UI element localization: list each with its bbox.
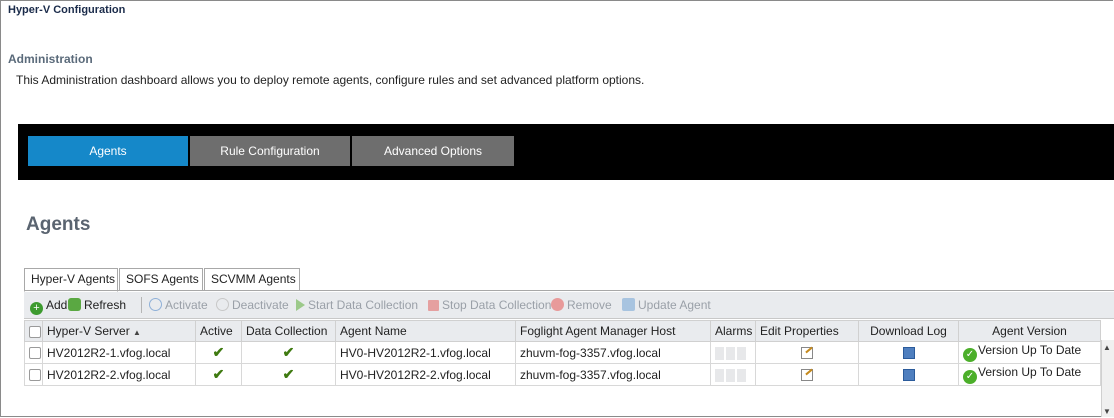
add-button[interactable]: + Add	[30, 297, 68, 315]
update-agent-button[interactable]: Update Agent	[622, 297, 711, 313]
save-icon[interactable]	[902, 347, 915, 360]
column-server-label: Hyper-V Server	[47, 324, 130, 338]
section-description: This Administration dashboard allows you…	[16, 73, 645, 87]
add-label: Add	[46, 298, 68, 312]
plus-icon: +	[30, 302, 43, 315]
cell-alarms	[710, 363, 756, 386]
cell-agent-name: HV0-HV2012R2-2.vfog.local	[335, 363, 516, 386]
activate-button[interactable]: Activate	[149, 297, 208, 313]
checkmark-icon: ✔	[212, 344, 225, 360]
alarm-indicator	[737, 368, 746, 382]
activate-label: Activate	[165, 298, 208, 312]
subtab-sofs-agents[interactable]: SOFS Agents	[119, 268, 203, 291]
check-circle-icon: ✓	[963, 370, 977, 384]
checkbox-icon	[29, 347, 41, 360]
tab-advanced-options[interactable]: Advanced Options	[352, 136, 514, 166]
remove-label: Remove	[567, 298, 612, 312]
scroll-up-icon[interactable]: ▲	[1103, 343, 1111, 352]
sort-ascending-icon: ▲	[133, 328, 141, 337]
refresh-button[interactable]: Refresh	[68, 297, 126, 313]
alarm-indicator	[715, 368, 724, 382]
cell-collection: ✔	[241, 363, 336, 386]
column-header-collection[interactable]: Data Collection	[241, 320, 336, 342]
column-header-alarms[interactable]: Alarms	[710, 320, 756, 342]
scroll-down-icon[interactable]: ▼	[1103, 407, 1111, 416]
play-icon	[296, 299, 305, 311]
power-icon	[149, 298, 162, 311]
start-collection-button[interactable]: Start Data Collection	[296, 297, 418, 313]
alarm-indicator	[715, 346, 724, 360]
column-header-log[interactable]: Download Log	[858, 320, 959, 342]
stop-collection-label: Stop Data Collection	[442, 298, 552, 312]
cell-host: zhuvm-fog-3357.vfog.local	[515, 341, 711, 364]
cell-server: HV2012R2-2.vfog.local	[42, 363, 196, 386]
column-header-server[interactable]: Hyper-V Server ▲	[42, 320, 196, 342]
column-header-agent-name[interactable]: Agent Name	[335, 320, 516, 342]
alarm-indicator	[726, 368, 735, 382]
start-collection-label: Start Data Collection	[308, 298, 419, 312]
power-off-icon	[216, 298, 229, 311]
row-checkbox[interactable]	[24, 341, 43, 364]
cell-agent-name: HV0-HV2012R2-1.vfog.local	[335, 341, 516, 364]
cell-collection: ✔	[241, 341, 336, 364]
cell-server: HV2012R2-1.vfog.local	[42, 341, 196, 364]
refresh-label: Refresh	[84, 298, 127, 312]
tab-agents[interactable]: Agents	[28, 136, 188, 166]
toolbar-divider	[141, 297, 142, 313]
tab-rule-configuration[interactable]: Rule Configuration	[190, 136, 350, 166]
table-scrollbar[interactable]: ▲ ▼	[1101, 340, 1114, 417]
cell-log	[858, 363, 959, 386]
update-agent-label: Update Agent	[638, 298, 711, 312]
up-arrow-icon	[622, 298, 635, 311]
column-header-version[interactable]: Agent Version	[958, 320, 1101, 342]
subtab-scvmm-agents[interactable]: SCVMM Agents	[204, 268, 300, 291]
select-all-checkbox[interactable]	[24, 320, 43, 342]
remove-button[interactable]: Remove	[551, 297, 612, 313]
remove-icon	[551, 298, 564, 311]
version-label: Version Up To Date	[978, 365, 1082, 379]
cell-log	[858, 341, 959, 364]
page-heading: Agents	[26, 214, 91, 235]
checkmark-icon: ✔	[212, 366, 225, 382]
agents-panel: + Add Refresh Activate Deactivate Start D…	[24, 290, 1114, 418]
deactivate-button[interactable]: Deactivate	[216, 297, 289, 313]
stop-icon	[428, 300, 439, 311]
cell-alarms	[710, 341, 756, 364]
checkmark-icon: ✔	[282, 366, 295, 382]
deactivate-label: Deactivate	[232, 298, 289, 312]
alarm-indicator	[737, 346, 746, 360]
check-circle-icon: ✓	[963, 348, 977, 362]
subtab-hyperv-agents[interactable]: Hyper-V Agents	[24, 268, 118, 292]
agents-table: Hyper-V Server ▲ Active Data Collection …	[24, 320, 1101, 386]
save-icon[interactable]	[902, 369, 915, 382]
cell-host: zhuvm-fog-3357.vfog.local	[515, 363, 711, 386]
cell-active: ✔	[195, 363, 242, 386]
cell-edit	[755, 341, 859, 364]
version-label: Version Up To Date	[978, 343, 1082, 357]
agents-toolbar: + Add Refresh Activate Deactivate Start D…	[24, 292, 1114, 319]
table-row[interactable]: HV2012R2-1.vfog.local ✔ ✔ HV0-HV2012R2-1…	[24, 341, 1101, 364]
window-title: Hyper-V Configuration	[8, 4, 126, 16]
table-header-row: Hyper-V Server ▲ Active Data Collection …	[24, 320, 1101, 342]
checkbox-icon	[29, 325, 41, 338]
cell-version: ✓ Version Up To Date	[958, 341, 1101, 364]
admin-nav-bar: Agents Rule Configuration Advanced Optio…	[18, 124, 1114, 180]
table-row[interactable]: HV2012R2-2.vfog.local ✔ ✔ HV0-HV2012R2-2…	[24, 363, 1101, 386]
row-checkbox[interactable]	[24, 363, 43, 386]
refresh-icon	[68, 298, 81, 311]
cell-version: ✓ Version Up To Date	[958, 363, 1101, 386]
column-header-active[interactable]: Active	[195, 320, 242, 342]
column-header-host[interactable]: Foglight Agent Manager Host	[515, 320, 711, 342]
checkmark-icon: ✔	[282, 344, 295, 360]
cell-edit	[755, 363, 859, 386]
alarm-indicator	[726, 346, 735, 360]
cell-active: ✔	[195, 341, 242, 364]
edit-icon[interactable]	[801, 369, 813, 382]
section-title: Administration	[8, 52, 93, 66]
edit-icon[interactable]	[801, 347, 813, 360]
stop-collection-button[interactable]: Stop Data Collection	[428, 297, 551, 313]
checkbox-icon	[29, 369, 41, 382]
column-header-edit[interactable]: Edit Properties	[755, 320, 859, 342]
